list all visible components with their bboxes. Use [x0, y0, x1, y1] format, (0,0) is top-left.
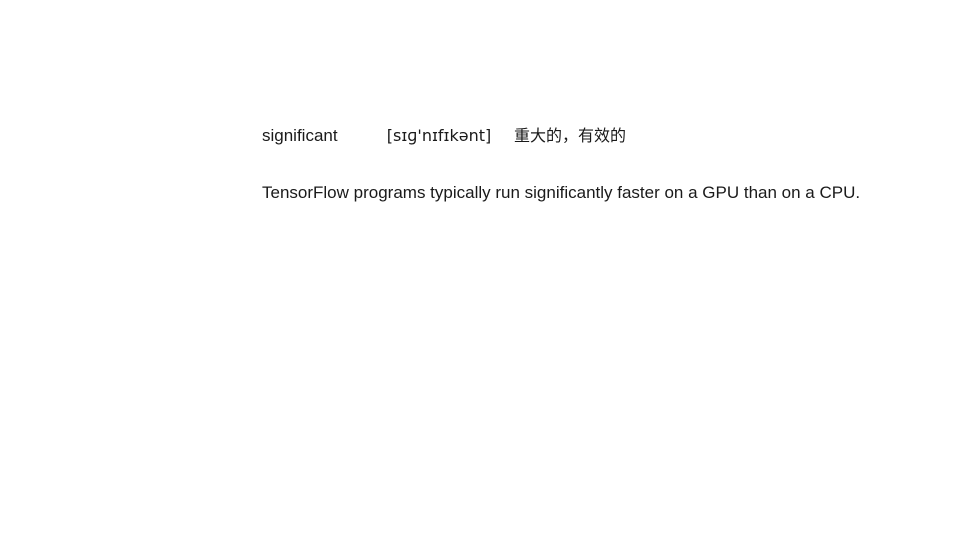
word-line: significant [sɪɡ'nɪfɪkənt] 重大的，有效的 — [262, 124, 942, 148]
example-sentence: TensorFlow programs typically run signif… — [262, 183, 861, 202]
vocabulary-card: significant [sɪɡ'nɪfɪkənt] 重大的，有效的 Tenso… — [262, 124, 942, 205]
phonetic-text: [sɪɡ'nɪfɪkənt] — [386, 126, 492, 145]
meaning-text: 重大的，有效的 — [513, 126, 626, 145]
word-text: significant — [262, 126, 338, 145]
